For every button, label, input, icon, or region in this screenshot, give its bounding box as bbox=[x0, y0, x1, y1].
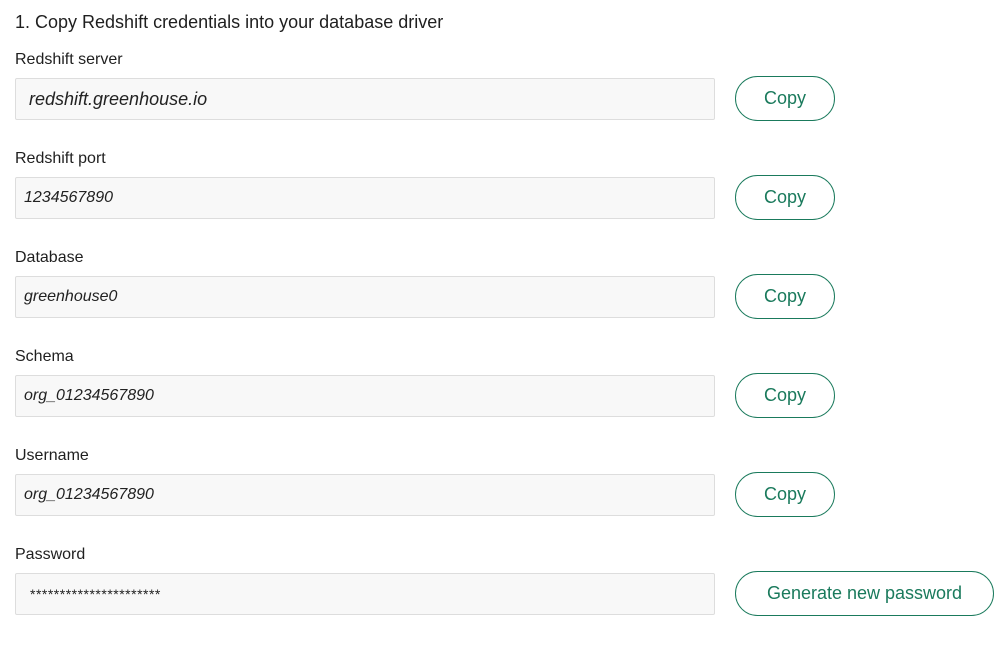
copy-schema-button[interactable]: Copy bbox=[735, 373, 835, 418]
schema-input[interactable] bbox=[15, 375, 715, 417]
password-field-group: Password Generate new password bbox=[15, 545, 995, 635]
copy-database-button[interactable]: Copy bbox=[735, 274, 835, 319]
copy-server-button[interactable]: Copy bbox=[735, 76, 835, 121]
port-label: Redshift port bbox=[15, 150, 106, 167]
database-input[interactable] bbox=[15, 276, 715, 318]
database-label: Database bbox=[15, 249, 84, 266]
server-field-group: Redshift server Copy bbox=[15, 50, 995, 140]
copy-port-button[interactable]: Copy bbox=[735, 175, 835, 220]
server-input[interactable] bbox=[15, 78, 715, 120]
port-input[interactable] bbox=[15, 177, 715, 219]
username-field-group: Username Copy bbox=[15, 446, 995, 536]
password-label: Password bbox=[15, 546, 86, 563]
copy-username-button[interactable]: Copy bbox=[735, 472, 835, 517]
section-heading: 1. Copy Redshift credentials into your d… bbox=[15, 12, 444, 32]
redshift-credentials-panel: 1. Copy Redshift credentials into your d… bbox=[0, 0, 1001, 646]
username-input[interactable] bbox=[15, 474, 715, 516]
schema-field-group: Schema Copy bbox=[15, 347, 995, 437]
password-input[interactable] bbox=[15, 573, 715, 615]
database-field-group: Database Copy bbox=[15, 248, 995, 338]
username-label: Username bbox=[15, 447, 89, 464]
port-field-group: Redshift port Copy bbox=[15, 149, 995, 239]
generate-password-button[interactable]: Generate new password bbox=[735, 571, 994, 616]
schema-label: Schema bbox=[15, 348, 74, 365]
server-label: Redshift server bbox=[15, 51, 123, 68]
